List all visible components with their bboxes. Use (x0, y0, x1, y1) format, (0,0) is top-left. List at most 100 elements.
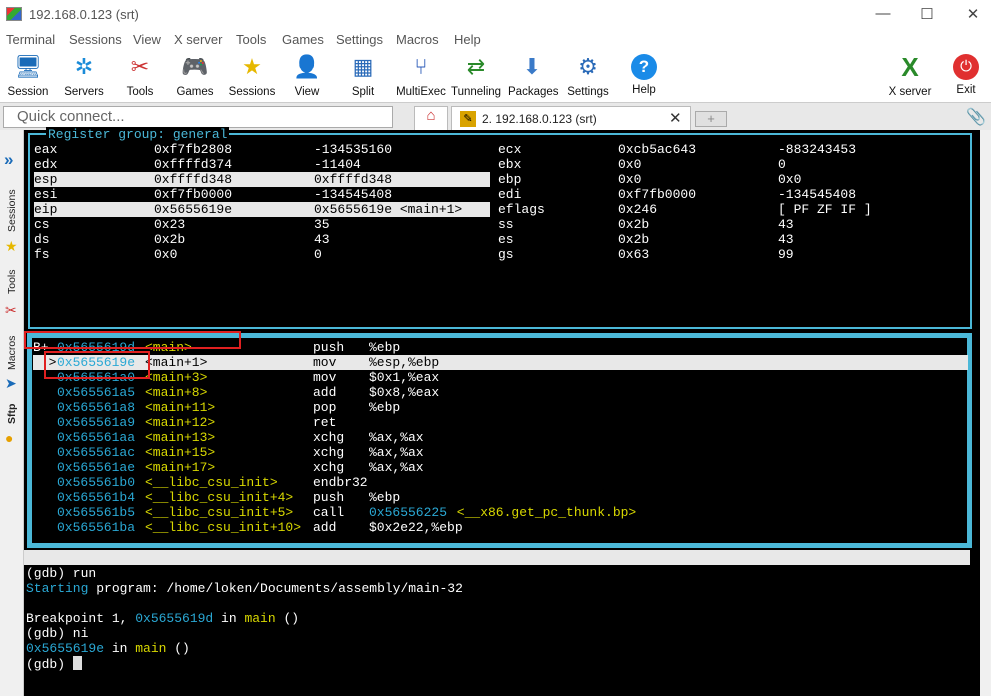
sidebar-tab-macros[interactable]: Macros (6, 336, 18, 370)
games-button[interactable]: 🎮 Games (173, 50, 217, 102)
console-line: Starting program: /home/loken/Documents/… (26, 581, 463, 596)
servers-button[interactable]: ✲ Servers (62, 50, 106, 102)
register-value: 0x2b (154, 232, 186, 247)
instruction-opcode: add (313, 385, 337, 400)
expand-sidebar-icon[interactable]: » (4, 150, 13, 170)
tunnel-icon: ⇄ (466, 54, 486, 79)
console-line: Breakpoint 1, 0x5655619d in main () (26, 611, 300, 626)
instruction-symbol: <__libc_csu_init+10> (145, 520, 302, 535)
current-instruction-row: >0x5655619e <main+1> mov %esp,%ebp (33, 355, 968, 370)
instruction-operands: %ebp (369, 400, 401, 415)
side-panel: » Sessions ★ Tools ✂ Macros ➤ Sftp ● (0, 130, 24, 696)
tab-close-icon[interactable]: ✕ (669, 109, 682, 127)
paperclip-icon[interactable]: 📎 (966, 107, 986, 127)
split-icon: ▦ (352, 54, 374, 79)
view-button[interactable]: 👤 View (285, 50, 329, 102)
instruction-opcode: endbr32 (313, 475, 368, 490)
instruction-address: 0x565561ae (57, 460, 136, 475)
menu-settings[interactable]: Settings (336, 32, 383, 47)
register-value: 43 (778, 217, 794, 232)
instruction-address: 0x565561b5 (57, 505, 136, 520)
minimize-button[interactable]: — (873, 5, 893, 22)
register-value: 0xcb5ac643 (618, 142, 697, 157)
breakpoint-marker (33, 520, 56, 535)
breakpoint-marker (33, 505, 56, 520)
register-value: -883243453 (778, 142, 857, 157)
register-value: 0xf7fb0000 (618, 187, 697, 202)
view-icon: 👤 (293, 54, 321, 79)
register-value: [ PF ZF IF ] (778, 202, 872, 217)
menu-help[interactable]: Help (454, 32, 481, 47)
menu-terminal[interactable]: Terminal (6, 32, 55, 47)
menu-macros[interactable]: Macros (396, 32, 439, 47)
settings-button[interactable]: ⚙ Settings (564, 50, 612, 102)
instruction-symbol: <main+15> (145, 445, 216, 460)
call-target-symbol: <__x86.get_pc_thunk.bp> (449, 505, 637, 520)
sidebar-tab-tools[interactable]: Tools (6, 269, 18, 294)
instruction-address: 0x565561a5 (57, 385, 136, 400)
terminal-tab-icon: ✎ (460, 111, 476, 127)
menu-x-server[interactable]: X server (174, 32, 222, 47)
instruction-operands: %ax,%ax (369, 430, 424, 445)
tools-icon: ✂ (5, 302, 17, 318)
new-tab-button[interactable]: + (695, 111, 727, 127)
register-name: ss (498, 217, 514, 232)
split-button[interactable]: ▦ Split (341, 50, 385, 102)
close-button[interactable]: ✕ (963, 5, 983, 23)
star-icon: ★ (5, 238, 18, 254)
register-value: 43 (778, 232, 794, 247)
instruction-row: 0x565561b4 <__libc_csu_init+4> push %ebp (33, 490, 968, 505)
sidebar-tab-sessions[interactable]: Sessions (6, 189, 18, 232)
register-name: eip (34, 202, 58, 217)
instruction-address: 0x565561ba (57, 520, 136, 535)
instruction-symbol: <main+13> (145, 430, 216, 445)
sessions-button[interactable]: ★ Sessions (228, 50, 276, 102)
register-name: eflags (498, 202, 545, 217)
menu-view[interactable]: View (133, 32, 161, 47)
instruction-opcode: push (313, 490, 345, 505)
instruction-symbol: <main+3> (145, 370, 208, 385)
menu-tools[interactable]: Tools (236, 32, 266, 47)
session-button[interactable]: 🖥 Session (6, 50, 50, 102)
register-value: 0x23 (154, 217, 186, 232)
macro-icon: ➤ (5, 375, 17, 391)
instruction-row: 0x565561a9 <main+12> ret (33, 415, 968, 430)
register-value: 99 (778, 247, 794, 262)
title-bar: 192.168.0.123 (srt) — ☐ ✕ (0, 0, 991, 30)
home-tab[interactable]: ⌂ (414, 106, 448, 131)
breakpoint-marker (33, 430, 56, 445)
package-icon: ⬇ (522, 54, 542, 79)
console-line: (gdb) ni (26, 626, 89, 641)
scrollbar[interactable] (980, 130, 991, 696)
console-line: (gdb) run (26, 566, 97, 581)
gamepad-icon: 🎮 (181, 54, 209, 79)
terminal[interactable]: Register group: general eax 0xf7fb2808 -13… (24, 127, 991, 696)
status-line: native process 169456 In: main L?? PC: 0… (24, 550, 970, 610)
instruction-operands: 0x56556225 (369, 505, 448, 520)
menu-games[interactable]: Games (282, 32, 324, 47)
tunneling-button[interactable]: ⇄ Tunneling (451, 50, 501, 102)
xserver-button[interactable]: X X server (886, 50, 934, 102)
console-prompt[interactable]: (gdb) (26, 656, 82, 672)
register-value: 0x0 (618, 157, 642, 172)
register-name: es (498, 232, 514, 247)
menu-sessions[interactable]: Sessions (69, 32, 122, 47)
maximize-button[interactable]: ☐ (917, 5, 937, 23)
packages-button[interactable]: ⬇ Packages (508, 50, 559, 102)
tab-session[interactable]: ✎ 2. 192.168.0.123 (srt) ✕ (451, 106, 691, 131)
register-name: ebp (498, 172, 522, 187)
register-value: 0x5655619e <main+1> (314, 202, 463, 217)
sidebar-tab-sftp[interactable]: Sftp (6, 404, 18, 424)
register-name: eax (34, 142, 58, 157)
tools-button[interactable]: ✂ Tools (118, 50, 162, 102)
fork-icon: ⑂ (414, 54, 428, 79)
instruction-opcode: mov (313, 370, 337, 385)
register-value: 43 (314, 232, 330, 247)
help-button[interactable]: ? Help (622, 50, 666, 102)
multiexec-button[interactable]: ⑂ MultiExec (396, 50, 446, 102)
cursor (72, 656, 82, 670)
instruction-opcode: xchg (313, 430, 345, 445)
exit-button[interactable]: ⏻ Exit (946, 50, 986, 102)
quick-connect-input[interactable]: Quick connect... (3, 106, 393, 128)
register-panel: Register group: general eax 0xf7fb2808 -13… (28, 127, 972, 329)
